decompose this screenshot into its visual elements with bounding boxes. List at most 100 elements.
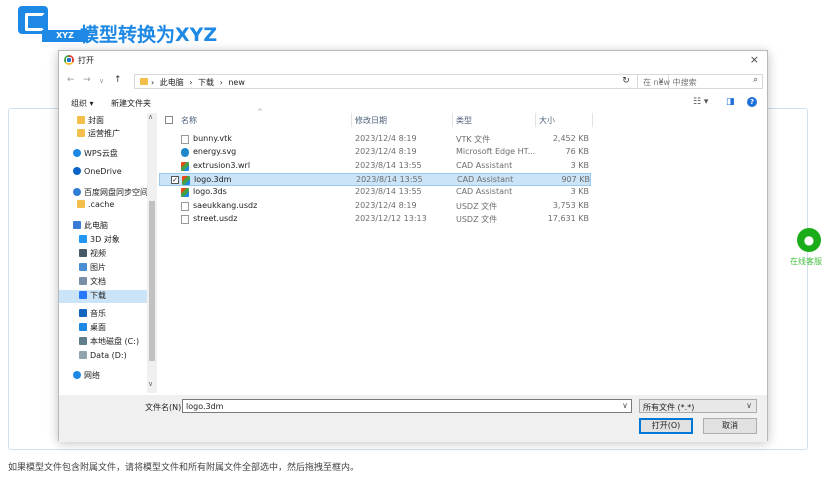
back-button[interactable]: ← [67, 75, 75, 85]
file-icon [181, 135, 189, 144]
sidebar-item[interactable]: 下载 [59, 290, 147, 303]
sidebar-item[interactable]: 此电脑 [59, 220, 147, 233]
online-service-label[interactable]: 在线客服 [790, 256, 822, 267]
refresh-button[interactable]: ↻ [617, 74, 635, 89]
scroll-up-icon[interactable]: ∧ [148, 113, 153, 121]
file-row[interactable]: extrusion3.wrl 2023/8/14 13:55 CAD Assista… [159, 160, 591, 173]
column-type[interactable]: 类型 [456, 115, 472, 126]
preview-pane-icon[interactable]: ◨ [726, 97, 735, 107]
up-button[interactable]: ↑ [114, 75, 122, 85]
wechat-icon[interactable]: ● [797, 228, 821, 252]
cube-icon [79, 235, 87, 243]
column-divider[interactable] [452, 113, 453, 127]
sidebar-item-label: 图片 [90, 263, 106, 272]
row-checkbox[interactable]: ✓ [171, 175, 179, 184]
sidebar-item-label: 3D 对象 [90, 235, 120, 244]
column-date[interactable]: 修改日期 [355, 115, 387, 126]
file-row[interactable]: saeukkang.usdz 2023/12/4 8:19 USDZ 文件 3,753… [159, 200, 591, 213]
navigation-pane: 封面 运营推广 WPS云盘 OneDrive 百度网盘同步空间 .cache 此电脑 3D 对… [59, 113, 157, 393]
file-type: CAD Assistant [456, 187, 513, 197]
sidebar-item[interactable]: OneDrive [59, 167, 147, 180]
sidebar-item-label: OneDrive [84, 167, 122, 176]
chevron-down-icon[interactable]: ∨ [746, 401, 752, 410]
cancel-button[interactable]: 取消 [703, 418, 757, 434]
app-logo: XYZ [18, 6, 88, 42]
cad-file-icon [182, 175, 190, 185]
sidebar-item-label: 下载 [90, 291, 106, 300]
sidebar-item[interactable]: 文档 [59, 276, 147, 289]
open-button[interactable]: 打开(O) [639, 418, 693, 434]
column-name[interactable]: 名称 [181, 115, 197, 126]
organize-menu[interactable]: 组织 ▾ [71, 98, 94, 109]
sidebar-item-label: 运营推广 [88, 129, 120, 138]
scrollbar-thumb[interactable] [149, 201, 155, 361]
file-row[interactable]: energy.svg 2023/12/4 8:19 Microsoft Edge H… [159, 146, 591, 159]
network-icon [73, 371, 81, 379]
sidebar-item[interactable]: 图片 [59, 262, 147, 275]
command-bar: 组织 ▾ 新建文件夹 ☷ ▾ ◨ ? [59, 95, 767, 111]
cloud-icon [73, 167, 81, 175]
sidebar-item-label: .cache [88, 200, 115, 209]
file-size: 76 KB [565, 147, 589, 157]
sidebar-item[interactable]: Data (D:) [59, 351, 147, 364]
sidebar-item[interactable]: 音乐 [59, 308, 147, 321]
new-folder-button[interactable]: 新建文件夹 [111, 98, 151, 109]
folder-icon [77, 116, 85, 124]
recent-locations-button[interactable]: ∨ [99, 77, 104, 85]
select-all-checkbox[interactable] [165, 116, 173, 124]
file-type: CAD Assistant [457, 174, 514, 184]
file-date: 2023/12/4 8:19 [355, 147, 417, 157]
drop-hint: 如果模型文件包含附属文件，请将模型文件和所有附属文件全部选中，然后拖拽至框内。 [8, 463, 360, 473]
column-divider[interactable] [592, 113, 593, 127]
column-divider[interactable] [535, 113, 536, 127]
sort-arrow-icon: ^ [257, 108, 263, 116]
sidebar-item[interactable]: 网络 [59, 370, 147, 383]
video-icon [79, 249, 87, 257]
sidebar-item[interactable]: 桌面 [59, 322, 147, 335]
sidebar-item[interactable]: 封面 [59, 115, 147, 128]
search-input[interactable]: 在 new 中搜索 ⌕ [637, 74, 763, 89]
sidebar-item[interactable]: 3D 对象 [59, 234, 147, 247]
chevron-down-icon[interactable]: ∨ [622, 401, 628, 410]
file-name: energy.svg [193, 147, 237, 157]
breadcrumb: › 此电脑 › 下载 › new [151, 77, 248, 88]
filename-input[interactable]: logo.3dm ∨ [182, 399, 632, 413]
sidebar-item[interactable]: 百度网盘同步空间 [59, 187, 148, 200]
help-icon[interactable]: ? [747, 97, 757, 107]
cloud-icon [73, 149, 81, 157]
music-icon [79, 309, 87, 317]
sidebar-item[interactable]: WPS云盘 [59, 148, 147, 161]
view-options-icon[interactable]: ☷ ▾ [693, 97, 708, 107]
breadcrumb-new[interactable]: new [228, 78, 245, 87]
file-list: ^ 名称 修改日期 类型 大小 bunny.vtk 2023/12/4 8:19 V… [159, 108, 767, 393]
sidebar-item-label: 此电脑 [84, 221, 108, 230]
close-button[interactable]: × [750, 53, 759, 66]
address-bar[interactable]: › 此电脑 › 下载 › new ∨ [134, 74, 669, 89]
file-date: 2023/8/14 13:55 [355, 160, 422, 170]
file-row[interactable]: bunny.vtk 2023/12/4 8:19 VTK 文件 2,452 KB [159, 133, 591, 146]
breadcrumb-separator[interactable]: › [189, 78, 192, 87]
desktop-icon [79, 323, 87, 331]
sidebar-item[interactable]: 本地磁盘 (C:) [59, 336, 147, 349]
dialog-title: 打开 [78, 56, 94, 65]
file-name: bunny.vtk [193, 134, 232, 143]
file-type: Microsoft Edge HT... [456, 147, 536, 157]
file-row[interactable]: street.usdz 2023/12/12 13:13 USDZ 文件 17,631… [159, 213, 591, 226]
file-size: 2,452 KB [552, 134, 589, 143]
column-size[interactable]: 大小 [539, 115, 555, 126]
breadcrumb-downloads[interactable]: 下载 [198, 78, 214, 87]
column-divider[interactable] [351, 113, 352, 127]
breadcrumb-this-pc[interactable]: 此电脑 [160, 78, 184, 87]
forward-button[interactable]: → [83, 75, 91, 85]
file-date: 2023/12/4 8:19 [355, 134, 417, 143]
file-row[interactable]: logo.3ds 2023/8/14 13:55 CAD Assistant 3 KB [159, 186, 591, 199]
sidebar-item[interactable]: 视频 [59, 248, 147, 261]
filetype-select[interactable]: 所有文件 (*.*) ∨ [639, 399, 757, 413]
search-placeholder: 在 new 中搜索 [643, 78, 697, 87]
scroll-down-icon[interactable]: ∨ [148, 380, 153, 388]
navigation-scrollbar[interactable]: ∧ ∨ [147, 113, 157, 393]
sidebar-item[interactable]: .cache [59, 200, 147, 213]
sidebar-item[interactable]: 运营推广 [59, 128, 147, 141]
breadcrumb-separator[interactable]: › [220, 78, 223, 87]
file-row[interactable]: ✓ logo.3dm 2023/8/14 13:55 CAD Assistant 907… [159, 172, 591, 186]
